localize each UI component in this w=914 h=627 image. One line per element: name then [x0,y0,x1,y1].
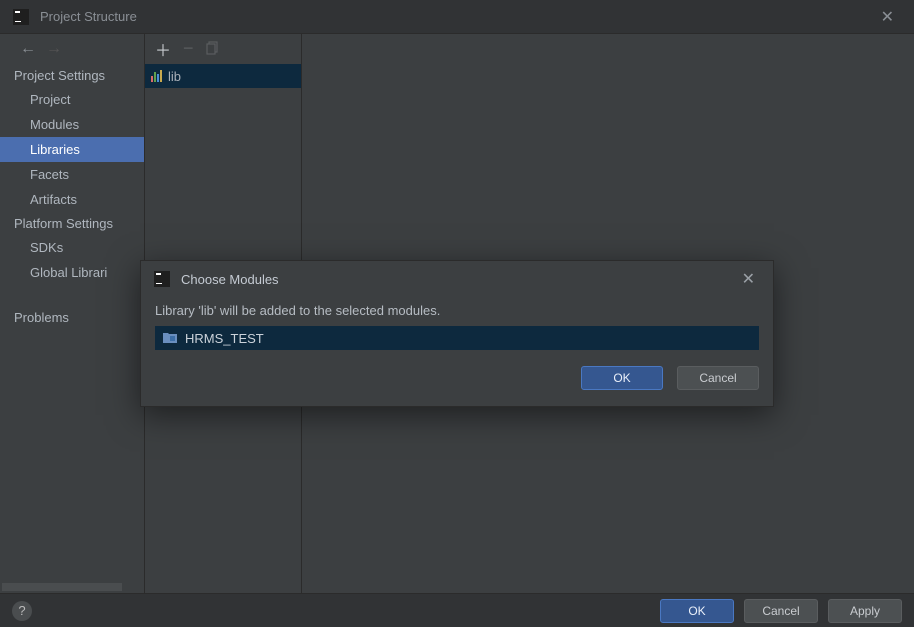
sidebar-spacer [0,330,144,581]
sidebar: ← → Project Settings Project Modules Lib… [0,34,145,593]
window-title: Project Structure [40,9,137,24]
dialog-button-bar: ? OK Cancel Apply [0,593,914,627]
libraries-toolbar: ＋ − [145,34,301,64]
modal-close-button[interactable]: ✕ [736,265,761,293]
library-item-label: lib [168,69,181,84]
modal-logo-icon [153,270,171,288]
modal-title: Choose Modules [181,272,279,287]
nav-history: ← → [0,34,144,64]
modal-ok-button[interactable]: OK [581,366,663,390]
sidebar-item-project[interactable]: Project [0,87,144,112]
help-button[interactable]: ? [12,601,32,621]
sidebar-item-global-libraries[interactable]: Global Librari [0,260,144,285]
nav-back-icon[interactable]: ← [20,40,36,58]
sidebar-item-libraries[interactable]: Libraries [0,137,144,162]
sidebar-header-platform-settings: Platform Settings [0,212,144,235]
folder-icon [163,331,177,346]
cancel-button[interactable]: Cancel [744,599,818,623]
remove-library-icon: − [183,38,194,59]
sidebar-gap [0,285,144,305]
modal-description: Library 'lib' will be added to the selec… [141,297,773,326]
modal-module-list: HRMS_TEST [155,326,759,350]
app-logo-icon [12,8,30,26]
library-list-item[interactable]: lib [145,64,301,88]
add-library-icon[interactable]: ＋ [155,37,171,61]
ok-button[interactable]: OK [660,599,734,623]
sidebar-item-facets[interactable]: Facets [0,162,144,187]
module-list-item[interactable]: HRMS_TEST [155,326,759,350]
copy-library-icon [206,41,220,58]
modal-button-bar: OK Cancel [141,360,773,406]
modal-cancel-button[interactable]: Cancel [677,366,759,390]
library-icon [151,70,162,82]
sidebar-horizontal-scrollbar[interactable] [2,583,122,591]
sidebar-item-problems[interactable]: Problems [0,305,144,330]
nav-forward-icon: → [46,40,62,58]
window-title-bar: Project Structure ✕ [0,0,914,34]
choose-modules-dialog: Choose Modules ✕ Library 'lib' will be a… [140,260,774,407]
module-item-label: HRMS_TEST [185,331,264,346]
modal-title-bar: Choose Modules ✕ [141,261,773,297]
sidebar-item-artifacts[interactable]: Artifacts [0,187,144,212]
sidebar-header-project-settings: Project Settings [0,64,144,87]
window-close-button[interactable]: ✕ [873,3,902,31]
sidebar-item-modules[interactable]: Modules [0,112,144,137]
sidebar-item-sdks[interactable]: SDKs [0,235,144,260]
apply-button[interactable]: Apply [828,599,902,623]
